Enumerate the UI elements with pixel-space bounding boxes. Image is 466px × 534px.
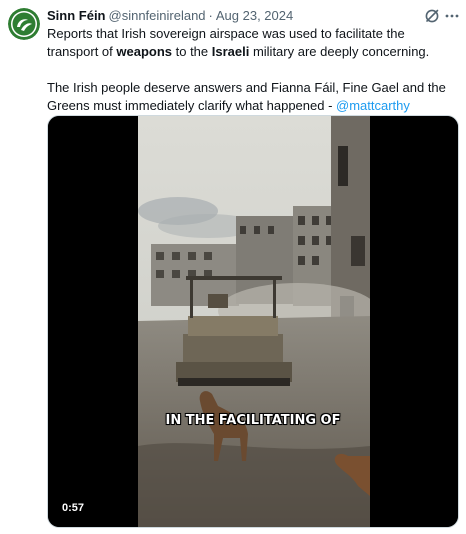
hashtag-weapons: weapons <box>116 44 172 59</box>
header-separator: · <box>208 8 213 23</box>
tweet-date[interactable]: Aug 23, 2024 <box>216 8 293 23</box>
video-frame <box>48 116 458 527</box>
tweet-paragraph-1: Reports that Irish sovereign airspace wa… <box>47 25 459 61</box>
grok-icon[interactable] <box>424 8 440 24</box>
author-name[interactable]: Sinn Féin <box>47 8 106 23</box>
tweet-header: Sinn Féin @sinnfeinireland · Aug 23, 2024 <box>47 7 426 25</box>
text-segment: to the <box>172 44 212 59</box>
tweet-text: Reports that Irish sovereign airspace wa… <box>47 25 459 115</box>
tweet-paragraph-2: The Irish people deserve answers and Fia… <box>47 79 459 115</box>
sinn-fein-logo-icon <box>8 8 40 40</box>
mention-link[interactable]: @mattcarthy <box>336 98 410 113</box>
author-handle[interactable]: @sinnfeinireland <box>109 8 206 23</box>
more-icon[interactable] <box>444 8 460 24</box>
text-segment: military are deeply concerning. <box>249 44 430 59</box>
video-caption: IN THE FACILITATING OF <box>165 413 341 428</box>
avatar[interactable] <box>8 8 40 40</box>
video-duration: 0:57 <box>56 499 91 517</box>
video-player[interactable]: IN THE FACILITATING OF 0:57 <box>47 115 459 528</box>
tweet[interactable]: Sinn Féin @sinnfeinireland · Aug 23, 2024 R… <box>0 0 466 534</box>
hashtag-israeli: Israeli <box>211 44 250 59</box>
